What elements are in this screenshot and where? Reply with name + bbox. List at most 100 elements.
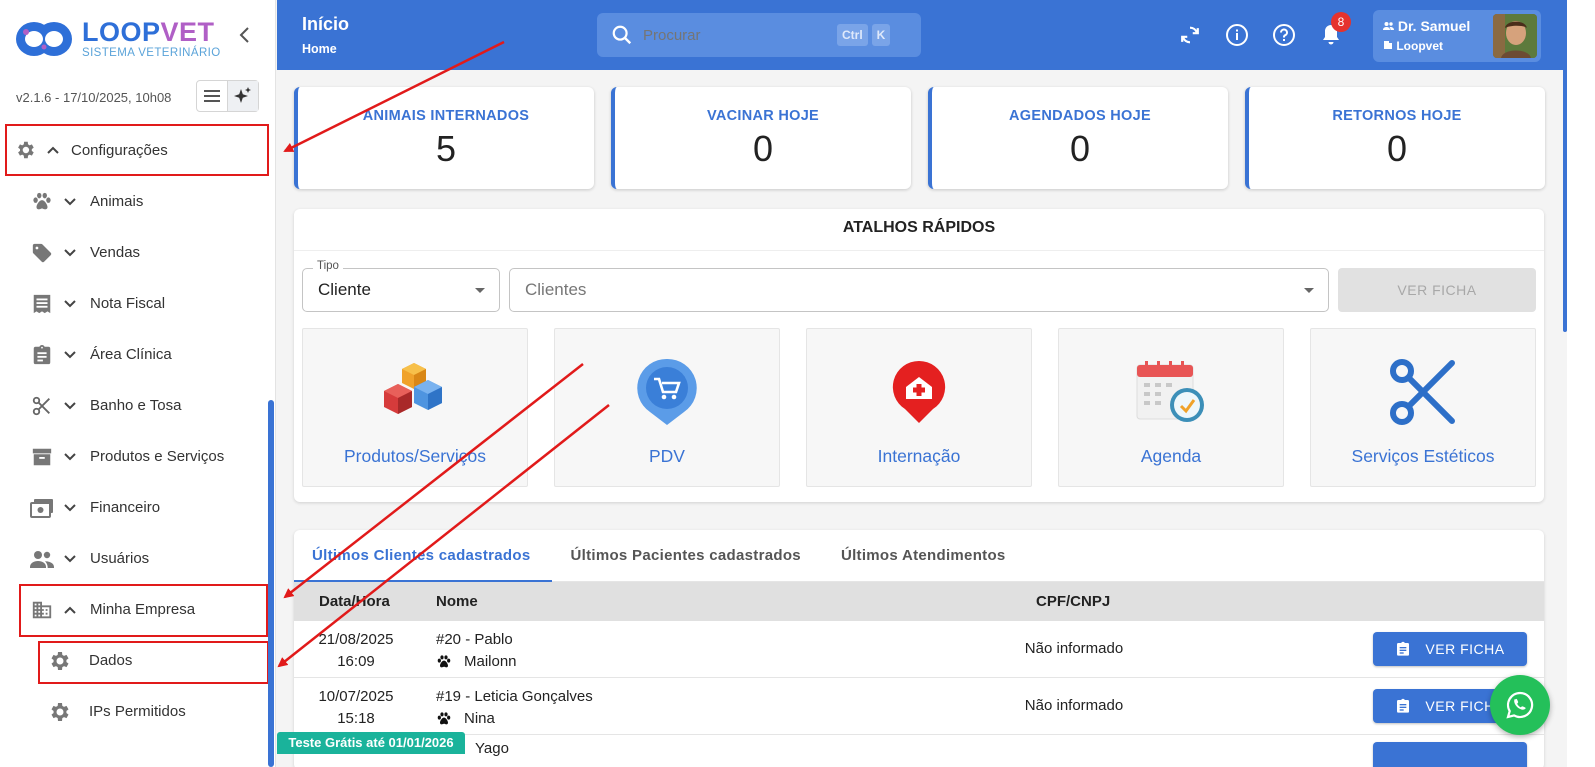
- archive-icon: [30, 445, 54, 469]
- clipboard-icon: [1397, 641, 1410, 656]
- chevron-down-icon: [60, 248, 80, 257]
- column-header-nome[interactable]: Nome: [436, 593, 478, 610]
- shortcut-tile-internacao[interactable]: Internação: [806, 328, 1032, 487]
- sidebar-nav: Configurações Animais Vendas Nota Fiscal…: [0, 124, 275, 737]
- sidebar-item-produtos-e-servicos[interactable]: Produtos e Serviços: [0, 431, 275, 482]
- stat-value: 0: [752, 128, 774, 169]
- avatar[interactable]: [1493, 14, 1537, 58]
- stat-title: ANIMAIS INTERNADOS: [362, 108, 530, 124]
- sidebar-item-usuarios[interactable]: Usuários: [0, 533, 275, 584]
- chevron-left-icon: [239, 27, 249, 43]
- building-icon: [30, 598, 54, 622]
- logo[interactable]: LOOPVET SISTEMA VETERINÁRIO: [0, 0, 275, 78]
- client-name: #20 - Pablo: [436, 631, 513, 648]
- sidebar-item-label: Financeiro: [90, 499, 161, 516]
- view-record-button[interactable]: [1373, 742, 1527, 767]
- stat-card-agendados-hoje[interactable]: AGENDADOS HOJE 0: [928, 87, 1228, 189]
- sidebar-scrollbar[interactable]: [268, 400, 274, 767]
- sidebar-item-configuracoes[interactable]: Configurações: [0, 124, 275, 176]
- client-select[interactable]: Clientes: [509, 268, 1329, 312]
- breadcrumb[interactable]: Home: [302, 42, 337, 56]
- loopvet-logo-icon: [16, 22, 72, 56]
- table-header: Data/Hora Nome CPF/CNPJ: [294, 582, 1544, 621]
- pet-name: Mailonn: [436, 651, 517, 673]
- tag-icon: [30, 241, 54, 265]
- ai-assist-button[interactable]: [227, 81, 258, 111]
- app-root: LOOPVET SISTEMA VETERINÁRIO v2.1.6 - 17/…: [0, 0, 1595, 767]
- row-cpf: Não informado: [1024, 640, 1124, 657]
- stat-card-animais-internados[interactable]: ANIMAIS INTERNADOS 5: [294, 87, 594, 189]
- type-select[interactable]: Tipo Cliente: [302, 260, 500, 312]
- paw-icon: [437, 655, 451, 668]
- search-icon: [611, 24, 633, 46]
- help-button[interactable]: [1271, 22, 1297, 48]
- help-icon: [1273, 24, 1295, 46]
- chevron-down-icon: [60, 401, 80, 410]
- user-photo-icon: [1493, 14, 1537, 58]
- column-header-data-hora[interactable]: Data/Hora: [319, 593, 390, 610]
- tab-ultimos-atendimentos[interactable]: Últimos Atendimentos: [823, 530, 1028, 582]
- sidebar-subitem-ips-permitidos[interactable]: IPs Permitidos: [0, 686, 275, 737]
- chevron-up-icon: [43, 146, 63, 154]
- logo-subtitle: SISTEMA VETERINÁRIO: [82, 47, 221, 59]
- sidebar-item-vendas[interactable]: Vendas: [0, 227, 275, 278]
- type-select-value: Cliente: [318, 280, 371, 299]
- shortcut-tile-servicos-esteticos[interactable]: Serviços Estéticos: [1310, 328, 1536, 487]
- whatsapp-button[interactable]: [1490, 675, 1550, 735]
- tab-ultimos-pacientes[interactable]: Últimos Pacientes cadastrados: [552, 530, 822, 582]
- gear-icon: [47, 700, 71, 724]
- user-name: Dr. Samuel: [1383, 18, 1470, 34]
- shortcut-tile-agenda[interactable]: Agenda: [1058, 328, 1284, 487]
- sidebar-item-label: Usuários: [90, 550, 150, 567]
- view-record-button[interactable]: VER FICHA: [1373, 632, 1527, 666]
- tab-ultimos-clientes[interactable]: Últimos Clientes cadastrados: [294, 530, 553, 582]
- row-cpf: Não informado: [1024, 697, 1124, 714]
- sidebar-item-nota-fiscal[interactable]: Nota Fiscal: [0, 278, 275, 329]
- sidebar-subitem-dados[interactable]: Dados: [0, 635, 275, 686]
- client-name: #19 - Leticia Gonçalves: [436, 688, 593, 705]
- view-record-button-disabled[interactable]: VER FICHA: [1338, 268, 1536, 312]
- shortcut-tile-label: Produtos/Serviços: [343, 446, 486, 466]
- shortcut-ctrl-key: Ctrl: [837, 24, 868, 46]
- menu-view-button[interactable]: [197, 81, 227, 111]
- gear-icon: [47, 649, 71, 673]
- user-menu[interactable]: Dr. Samuel Loopvet: [1373, 10, 1541, 62]
- search-input[interactable]: [643, 26, 833, 44]
- sidebar-item-area-clinica[interactable]: Área Clínica: [0, 329, 275, 380]
- paw-icon: [437, 712, 451, 725]
- sidebar-item-financeiro[interactable]: Financeiro: [0, 482, 275, 533]
- chevron-down-icon: [60, 554, 80, 563]
- chevron-down-icon: [60, 350, 80, 359]
- type-select-label: Tipo: [313, 260, 343, 272]
- collapse-sidebar-button[interactable]: [234, 26, 256, 48]
- money-icon: [30, 496, 54, 520]
- info-button[interactable]: [1224, 22, 1250, 48]
- sidebar-item-label: Configurações: [71, 141, 168, 159]
- shortcut-k-key: K: [871, 24, 891, 46]
- sidebar-item-label: Animais: [90, 193, 144, 210]
- chevron-up-icon: [60, 606, 80, 614]
- row-client: #19 - Leticia Gonçalves Nina: [436, 686, 593, 730]
- shortcut-tile-pdv[interactable]: PDV: [554, 328, 780, 487]
- sparkle-icon: [234, 87, 251, 103]
- list-icon: [204, 90, 220, 102]
- search-bar[interactable]: Ctrl K: [597, 13, 921, 57]
- notifications-button[interactable]: 8: [1318, 12, 1351, 48]
- sidebar-item-label: Banho e Tosa: [90, 397, 182, 414]
- page-title: Início: [302, 14, 350, 34]
- stat-title: AGENDADOS HOJE: [1009, 108, 1151, 124]
- column-header-cpf-cnpj[interactable]: CPF/CNPJ: [1036, 593, 1110, 610]
- sidebar-item-animais[interactable]: Animais: [0, 176, 275, 227]
- pet-name: Yago: [475, 740, 509, 757]
- stat-card-vacinar-hoje[interactable]: VACINAR HOJE 0: [611, 87, 911, 189]
- sidebar-item-minha-empresa[interactable]: Minha Empresa: [0, 584, 275, 635]
- shortcut-tile-produtos-servicos[interactable]: Produtos/Serviços: [302, 328, 528, 487]
- shortcut-tile-label: Serviços Estéticos: [1351, 446, 1495, 466]
- shortcut-tile-label: Agenda: [1140, 446, 1202, 466]
- trial-badge[interactable]: Teste Grátis até 01/01/2026: [277, 732, 465, 754]
- clipboard-icon: [30, 343, 54, 367]
- stat-card-retornos-hoje[interactable]: RETORNOS HOJE 0: [1245, 87, 1545, 189]
- row-client: #20 - Pablo Mailonn: [436, 629, 517, 673]
- refresh-button[interactable]: [1177, 22, 1203, 48]
- sidebar-item-banho-e-tosa[interactable]: Banho e Tosa: [0, 380, 275, 431]
